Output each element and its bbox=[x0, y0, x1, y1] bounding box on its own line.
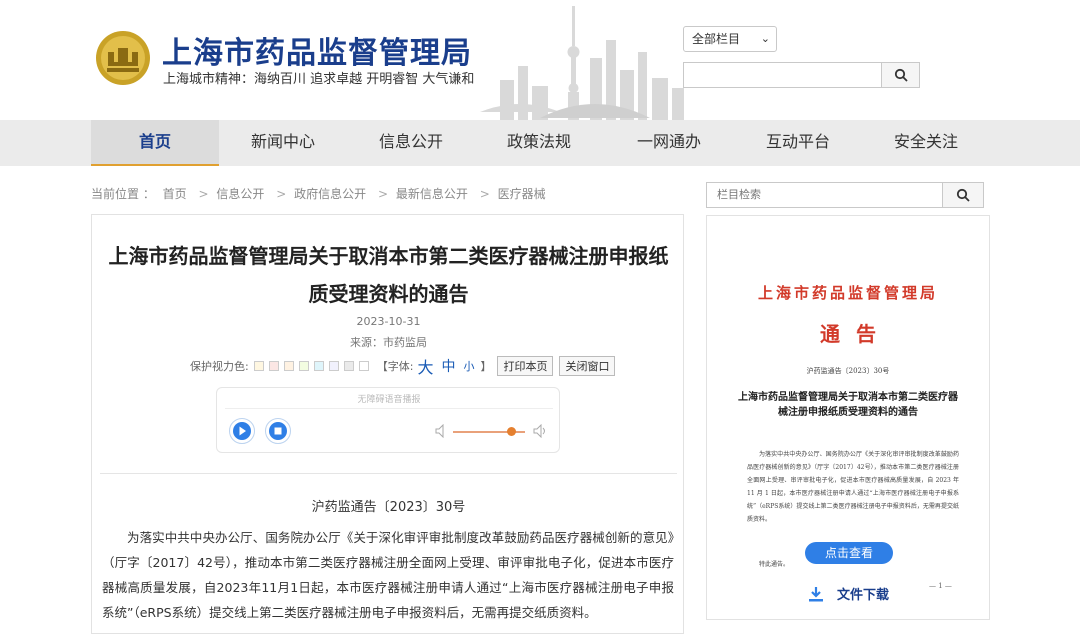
article-panel: 上海市药品监督管理局关于取消本市第二类医疗器械注册申报纸质受理资料的通告 202… bbox=[91, 214, 684, 634]
notice-preview-card: 上海市药品监督管理局 通告 沪药监通告〔2023〕30号 上海市药品监督管理局关… bbox=[706, 215, 990, 620]
view-notice-button[interactable]: 点击查看 bbox=[805, 542, 893, 564]
site-search-button[interactable] bbox=[881, 62, 920, 88]
player-divider bbox=[225, 408, 553, 409]
agency-logo bbox=[96, 31, 150, 85]
site-search-input[interactable] bbox=[683, 62, 881, 88]
city-skyline-illustration bbox=[480, 6, 684, 120]
notice-org: 上海市药品监督管理局 bbox=[757, 284, 938, 302]
chevron-right-icon: > bbox=[198, 187, 209, 201]
site-title[interactable]: 上海市药品监督管理局 bbox=[162, 28, 472, 72]
site-slogan: 上海城市精神：海纳百川 追求卓越 开明睿智 大气谦和 bbox=[163, 72, 475, 87]
column-search-input[interactable]: 栏目检索 bbox=[706, 182, 942, 208]
search-icon bbox=[894, 68, 908, 82]
channel-select-value: 全部栏目 bbox=[692, 32, 741, 46]
download-icon bbox=[809, 586, 823, 601]
nav-item-safety[interactable]: 安全关注 bbox=[862, 120, 990, 166]
channel-select[interactable]: 全部栏目 ⌄ bbox=[683, 26, 777, 52]
nav-item-news[interactable]: 新闻中心 bbox=[219, 120, 347, 166]
article-source: 来源：市药监局 bbox=[350, 336, 427, 349]
vision-color-swatch[interactable] bbox=[268, 361, 279, 371]
nav-item-policy[interactable]: 政策法规 bbox=[475, 120, 603, 166]
document-number: 沪药监通告〔2023〕30号 bbox=[311, 500, 466, 515]
vision-color-label: 保护视力色: bbox=[190, 360, 249, 373]
volume-low-icon[interactable] bbox=[435, 424, 447, 438]
chevron-down-icon: ⌄ bbox=[760, 32, 770, 45]
font-size-large[interactable]: 大 bbox=[417, 354, 433, 378]
article-title: 上海市药品监督管理局关于取消本市第二类医疗器械注册申报纸质受理资料的通告 bbox=[108, 244, 669, 306]
file-download-link[interactable]: 文件下载 bbox=[807, 584, 889, 603]
vision-color-swatch[interactable] bbox=[313, 361, 324, 371]
notice-closing: 特此通告。 bbox=[759, 561, 790, 568]
font-size-small[interactable]: 小 bbox=[463, 358, 474, 374]
nav-item-one-stop-service[interactable]: 一网通办 bbox=[605, 120, 733, 166]
notice-page-number: — 1 — bbox=[929, 582, 952, 590]
audio-player: 无障碍语音播报 bbox=[216, 387, 560, 453]
notice-heading: 上海市药品监督管理局关于取消本市第二类医疗器械注册申报纸质受理资料的通告 bbox=[738, 392, 958, 418]
notice-body: 为落实中共中央办公厅、国务院办公厅《关于深化审评审批制度改革鼓励药品医疗器械创新… bbox=[747, 451, 959, 523]
nav-item-interaction[interactable]: 互动平台 bbox=[734, 120, 862, 166]
stop-icon bbox=[269, 422, 287, 440]
main-nav: 首页 新闻中心 信息公开 政策法规 一网通办 互动平台 安全关注 bbox=[0, 120, 1080, 166]
play-icon bbox=[233, 422, 251, 440]
play-button[interactable] bbox=[229, 418, 255, 444]
stop-button[interactable] bbox=[265, 418, 291, 444]
player-hint: 无障碍语音播报 bbox=[357, 395, 421, 405]
notice-doc-number: 沪药监通告〔2023〕30号 bbox=[806, 367, 890, 375]
chevron-right-icon: > bbox=[276, 187, 287, 201]
reading-tools: 保护视力色: 【字体: 大 中 小 】 打印本页 关闭窗口 bbox=[190, 354, 616, 378]
breadcrumb-item[interactable]: 首页 bbox=[163, 187, 187, 201]
notice-title: 通告 bbox=[820, 322, 892, 346]
close-window-button[interactable]: 关闭窗口 bbox=[559, 356, 616, 376]
breadcrumb-item[interactable]: 政府信息公开 bbox=[294, 187, 366, 201]
file-download-label: 文件下载 bbox=[837, 588, 890, 603]
volume-slider-handle[interactable] bbox=[507, 427, 516, 436]
breadcrumb-prefix: 当前位置 ： bbox=[91, 187, 155, 201]
article-body: 为落实中共中央办公厅、国务院办公厅《关于深化审评审批制度改革鼓励药品医疗器械创新… bbox=[102, 530, 674, 620]
vision-color-swatch[interactable] bbox=[253, 361, 264, 371]
breadcrumb-item[interactable]: 最新信息公开 bbox=[396, 187, 468, 201]
vision-color-swatch[interactable] bbox=[358, 361, 369, 371]
font-size-bracket: 】 bbox=[480, 360, 492, 373]
font-size-medium[interactable]: 中 bbox=[441, 356, 455, 376]
site-header: 上海市药品监督管理局 上海城市精神：海纳百川 追求卓越 开明睿智 大气谦和 全部… bbox=[0, 0, 1080, 120]
breadcrumb-item[interactable]: 医疗器械 bbox=[498, 187, 546, 201]
column-search-button[interactable] bbox=[942, 182, 984, 208]
volume-high-icon[interactable] bbox=[533, 424, 547, 438]
vision-color-swatch[interactable] bbox=[283, 361, 294, 371]
chevron-right-icon: > bbox=[377, 187, 389, 201]
font-size-label: 【字体: bbox=[376, 360, 414, 373]
article-date: 2023-10-31 bbox=[356, 315, 421, 328]
nav-item-home[interactable]: 首页 bbox=[91, 120, 219, 166]
chevron-right-icon: > bbox=[479, 187, 490, 201]
nav-item-info-disclosure[interactable]: 信息公开 bbox=[347, 120, 475, 166]
print-button[interactable]: 打印本页 bbox=[497, 356, 554, 376]
vision-color-swatch[interactable] bbox=[328, 361, 339, 371]
search-icon bbox=[956, 188, 970, 202]
article-divider bbox=[100, 473, 677, 474]
breadcrumb-item[interactable]: 信息公开 bbox=[216, 187, 264, 201]
vision-color-swatch[interactable] bbox=[343, 361, 354, 371]
breadcrumb: 当前位置 ： 首页 > 信息公开 > 政府信息公开 > 最新信息公开 > 医疗器… bbox=[91, 185, 550, 202]
vision-color-swatch[interactable] bbox=[298, 361, 309, 371]
